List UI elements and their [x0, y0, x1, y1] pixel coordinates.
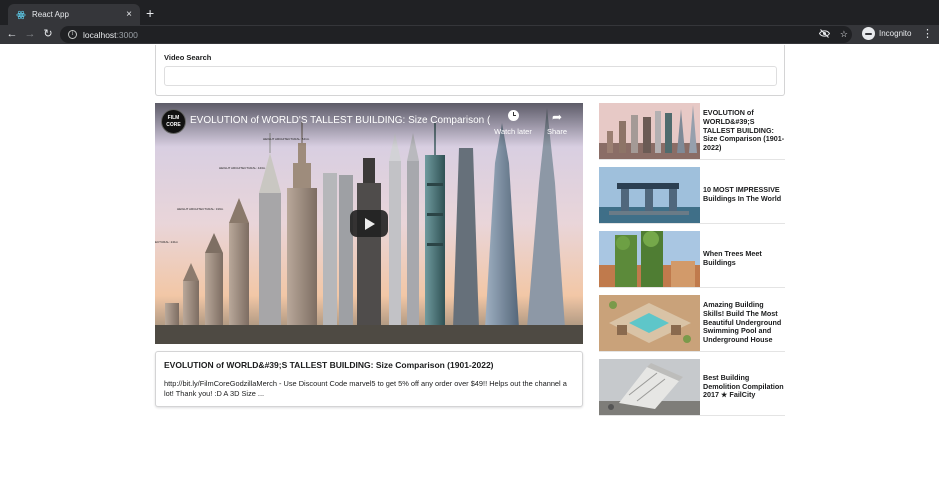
search-label: Video Search [164, 53, 212, 62]
close-tab-icon[interactable]: × [122, 9, 136, 20]
incognito-indicator[interactable]: Incognito [862, 27, 911, 40]
react-logo-icon [16, 10, 26, 20]
back-arrow-icon[interactable]: ← [5, 27, 19, 41]
watch-later-button[interactable]: Watch later [491, 110, 535, 136]
clock-icon [491, 110, 535, 124]
share-arrow-icon: ➦ [551, 110, 563, 124]
browser-toolbar: ← → ↻ i localhost:3000 ☆ Incognito ⋮ [0, 25, 939, 44]
tab-title: React App [32, 10, 69, 19]
video-thumbnail[interactable] [599, 295, 700, 351]
video-list-item-title[interactable]: When Trees Meet Buildings [703, 231, 785, 287]
height-annotation: HEIGHT ARCHITECTURAL: 319m [177, 207, 224, 211]
incognito-label: Incognito [879, 29, 912, 38]
url-port: :3000 [116, 29, 138, 40]
video-list-item-title[interactable]: Best Building Demolition Compilation 201… [703, 359, 785, 415]
channel-avatar[interactable]: FILM CORE [161, 109, 186, 134]
player-video-title[interactable]: EVOLUTION of WORLD'S TALLEST BUILDING: S… [190, 115, 490, 126]
video-list-item-title[interactable]: Amazing Building Skills! Build The Most … [703, 295, 785, 351]
video-list-item[interactable]: When Trees Meet Buildings [599, 231, 785, 288]
height-annotation: ECTURAL: 241m [155, 240, 179, 244]
video-thumbnail[interactable] [599, 167, 700, 223]
share-label: Share [546, 127, 567, 136]
eye-slash-icon[interactable] [818, 29, 830, 40]
video-list-item-title[interactable]: EVOLUTION of WORLD&#39;S TALLEST BUILDIN… [703, 103, 785, 159]
video-detail-card: EVOLUTION of WORLD&#39;S TALLEST BUILDIN… [155, 351, 583, 407]
video-player[interactable]: HEIGHT ARCHITECTURAL: 541m HEIGHT ARCHIT… [155, 103, 583, 344]
incognito-icon [862, 27, 875, 40]
video-thumbnail[interactable] [599, 231, 700, 287]
search-panel: Video Search [155, 45, 785, 96]
forward-arrow-icon[interactable]: → [23, 27, 37, 41]
video-detail-title: EVOLUTION of WORLD&#39;S TALLEST BUILDIN… [164, 360, 494, 370]
url-host: localhost [83, 29, 117, 40]
video-detail-description: http://bit.ly/FilmCoreGodzillaMerch - Us… [164, 379, 567, 398]
browser-tab-bar: React App × + [0, 0, 939, 25]
height-annotation: HEIGHT ARCHITECTURAL: 443m [219, 166, 266, 170]
share-button[interactable]: ➦ Share [535, 110, 579, 136]
play-button-icon[interactable] [350, 210, 388, 237]
browser-menu-icon[interactable]: ⋮ [922, 27, 933, 41]
new-tab-button[interactable]: + [146, 6, 154, 20]
video-list-item[interactable]: 10 MOST IMPRESSIVE Buildings In The Worl… [599, 167, 785, 224]
video-thumbnail[interactable] [599, 103, 700, 159]
video-list-item[interactable]: EVOLUTION of WORLD&#39;S TALLEST BUILDIN… [599, 103, 785, 160]
bookmark-star-icon[interactable]: ☆ [840, 30, 848, 39]
search-input[interactable] [164, 66, 777, 86]
browser-tab[interactable]: React App × [8, 4, 140, 25]
video-list-item[interactable]: Best Building Demolition Compilation 201… [599, 359, 785, 416]
site-info-icon[interactable]: i [68, 30, 77, 39]
video-list-item-title[interactable]: 10 MOST IMPRESSIVE Buildings In The Worl… [703, 167, 785, 223]
watch-later-label: Watch later [494, 127, 532, 136]
video-list-item[interactable]: Amazing Building Skills! Build The Most … [599, 295, 785, 352]
reload-icon[interactable]: ↻ [41, 27, 55, 41]
address-bar[interactable]: i localhost:3000 ☆ [60, 26, 852, 43]
video-thumbnail[interactable] [599, 359, 700, 415]
